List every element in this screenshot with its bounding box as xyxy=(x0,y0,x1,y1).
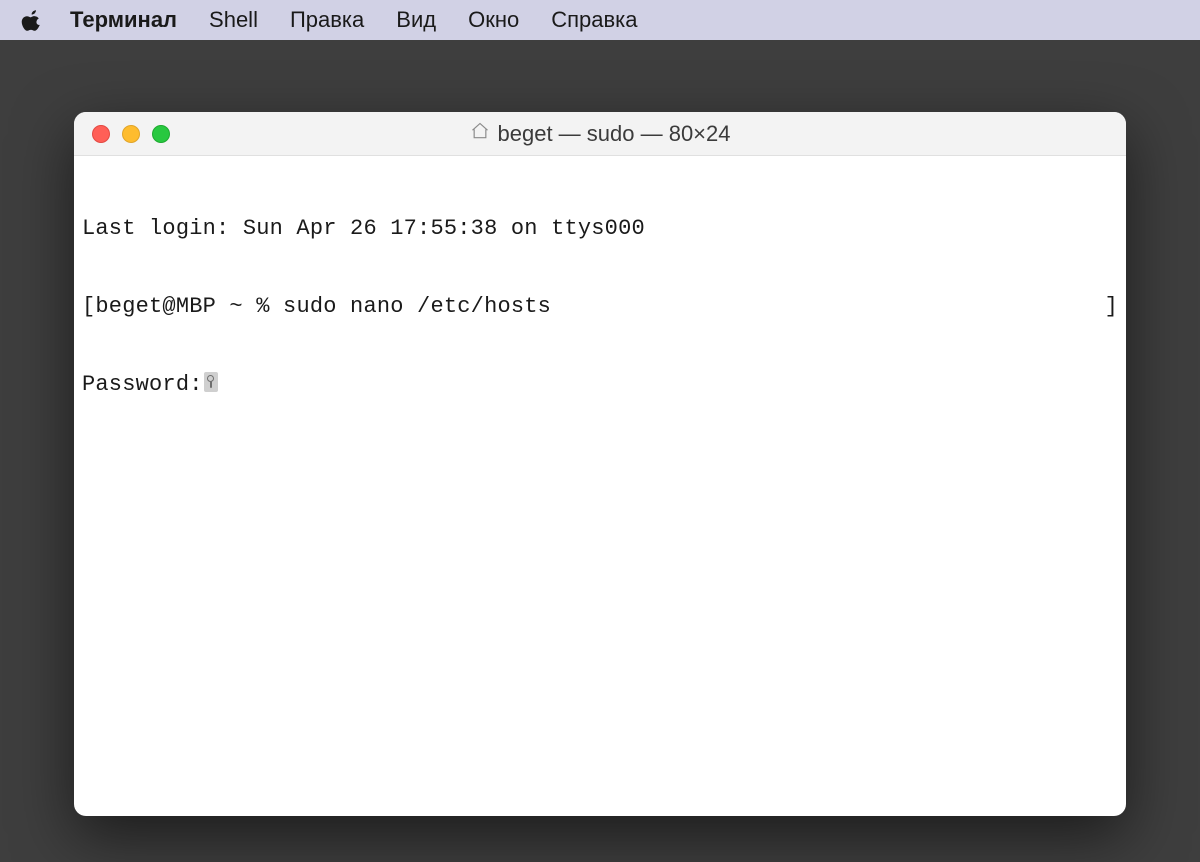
traffic-lights xyxy=(74,125,170,143)
maximize-button[interactable] xyxy=(152,125,170,143)
terminal-content[interactable]: Last login: Sun Apr 26 17:55:38 on ttys0… xyxy=(74,156,1126,816)
minimize-button[interactable] xyxy=(122,125,140,143)
key-icon xyxy=(204,372,218,392)
home-icon xyxy=(470,121,490,147)
password-label: Password: xyxy=(82,372,203,397)
system-menubar: Терминал Shell Правка Вид Окно Справка xyxy=(0,0,1200,40)
menubar-item-window[interactable]: Окно xyxy=(452,7,535,33)
apple-menu-icon[interactable] xyxy=(12,9,52,31)
prompt-line: [beget@MBP ~ % sudo nano /etc/hosts] xyxy=(82,294,1118,320)
menubar-item-shell[interactable]: Shell xyxy=(193,7,274,33)
terminal-window: beget — sudo — 80×24 Last login: Sun Apr… xyxy=(74,112,1126,816)
last-login-line: Last login: Sun Apr 26 17:55:38 on ttys0… xyxy=(82,216,1118,242)
menubar-item-edit[interactable]: Правка xyxy=(274,7,380,33)
right-bracket: ] xyxy=(1105,294,1118,320)
menubar-app-name[interactable]: Терминал xyxy=(52,7,193,33)
window-title-text: beget — sudo — 80×24 xyxy=(498,121,731,147)
password-line: Password: xyxy=(82,372,1118,398)
left-bracket: [ xyxy=(82,294,95,319)
window-titlebar[interactable]: beget — sudo — 80×24 xyxy=(74,112,1126,156)
prompt-command: beget@MBP ~ % sudo nano /etc/hosts xyxy=(95,294,551,319)
window-title: beget — sudo — 80×24 xyxy=(74,121,1126,147)
menubar-item-view[interactable]: Вид xyxy=(380,7,452,33)
menubar-item-help[interactable]: Справка xyxy=(535,7,653,33)
close-button[interactable] xyxy=(92,125,110,143)
